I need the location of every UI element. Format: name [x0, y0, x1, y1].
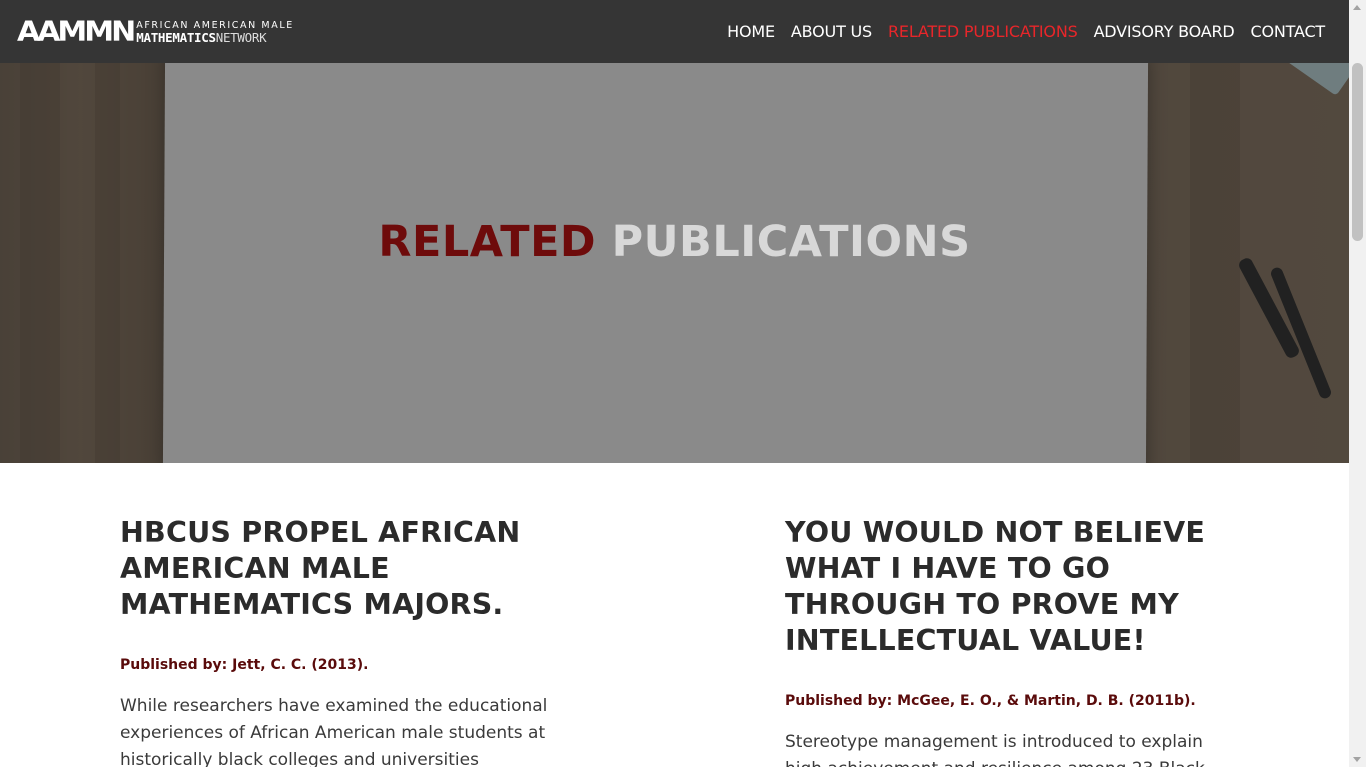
logo-text: AFRICAN AMERICAN MALE MATHEMATICSNETWORK — [136, 21, 294, 44]
nav-about-us[interactable]: ABOUT US — [791, 22, 872, 41]
publication-title: YOU WOULD NOT BELIEVE WHAT I HAVE TO GO … — [785, 516, 1206, 657]
publication-card: HBCUS PROPEL AFRICAN AMERICAN MALE MATHE… — [120, 515, 550, 767]
hero-title-accent: RELATED — [378, 217, 597, 267]
nav-contact[interactable]: CONTACT — [1251, 22, 1326, 41]
hero-title-rest: PUBLICATIONS — [611, 217, 971, 267]
nav-related-publications[interactable]: RELATED PUBLICATIONS — [888, 22, 1078, 41]
logo-mark: AAMMN — [17, 14, 136, 48]
scroll-down-arrow-icon[interactable] — [1353, 757, 1361, 762]
hero-title: RELATED PUBLICATIONS — [0, 217, 1349, 267]
nav-advisory-board[interactable]: ADVISORY BOARD — [1094, 22, 1235, 41]
top-navbar: AAMMN AFRICAN AMERICAN MALE MATHEMATICSN… — [0, 0, 1349, 63]
scrollbar-thumb[interactable] — [1352, 63, 1363, 241]
main-nav: HOME ABOUT US RELATED PUBLICATIONS ADVIS… — [711, 22, 1325, 41]
publication-abstract: Stereotype management is introduced to e… — [785, 732, 1205, 767]
publication-title: HBCUS PROPEL AFRICAN AMERICAN MALE MATHE… — [120, 516, 521, 621]
logo-line2-bold: MATHEMATICS — [136, 29, 216, 45]
hero-banner: RELATED PUBLICATIONS — [0, 63, 1349, 463]
publication-author: Published by: Jett, C. C. (2013). — [120, 657, 369, 673]
publication-author: Published by: McGee, E. O., & Martin, D.… — [785, 693, 1196, 709]
publication-card: YOU WOULD NOT BELIEVE WHAT I HAVE TO GO … — [785, 515, 1225, 767]
publication-abstract: While researchers have examined the educ… — [120, 696, 548, 767]
logo-line2-light: NETWORK — [215, 29, 267, 45]
nav-home[interactable]: HOME — [727, 22, 775, 41]
logo-line2: MATHEMATICSNETWORK — [136, 29, 294, 45]
page-scrollbar[interactable] — [1349, 0, 1366, 767]
site-logo[interactable]: AAMMN AFRICAN AMERICAN MALE MATHEMATICSN… — [17, 0, 294, 63]
scroll-up-arrow-icon[interactable] — [1353, 5, 1361, 10]
